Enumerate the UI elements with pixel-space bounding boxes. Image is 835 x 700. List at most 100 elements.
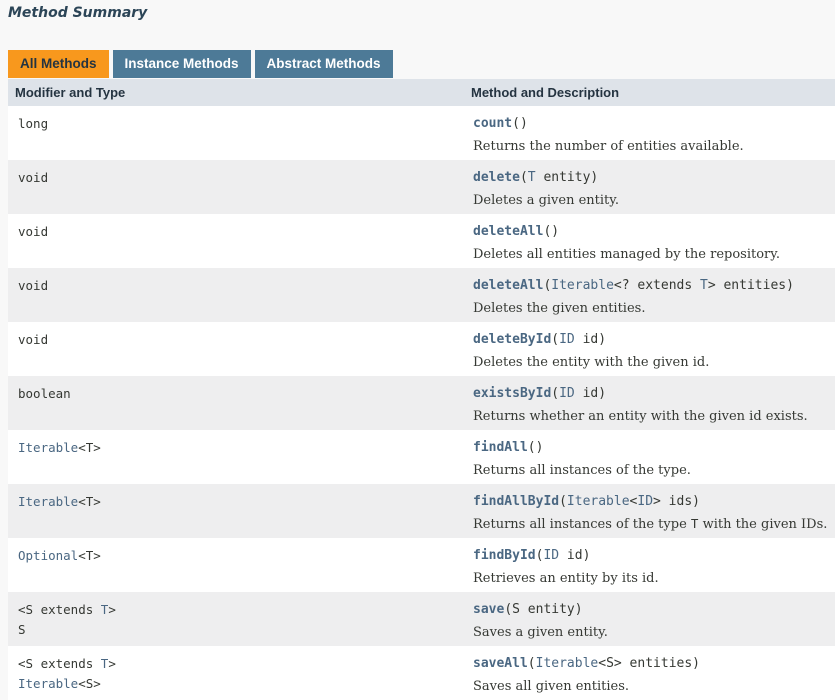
type-text: void [18, 170, 49, 185]
method-description: Deletes all entities managed by the repo… [473, 244, 835, 265]
param-text: ( [559, 494, 567, 509]
table-row: Iterable<T> findAll() Returns all instance… [8, 430, 835, 484]
modifier-cell: void [8, 322, 463, 376]
method-summary-table: Modifier and Type Method and Description… [8, 79, 835, 700]
modifier-cell: void [8, 160, 463, 214]
description-text: Retrieves an entity by its id. [473, 571, 659, 586]
type-text: <T> [78, 440, 101, 455]
method-cell: findAllById(Iterable<ID> ids) Returns all… [463, 484, 835, 538]
param-type-link[interactable]: T [700, 278, 708, 293]
type-text: S [18, 622, 26, 637]
param-text: (S entity) [504, 602, 583, 617]
param-text: entity) [535, 170, 599, 185]
method-name-link[interactable]: findById [473, 548, 536, 563]
param-text: ( [551, 386, 560, 401]
description-text: with the given IDs. [698, 517, 828, 532]
method-signature: deleteAll() [473, 222, 835, 242]
description-text: Saves a given entity. [473, 625, 608, 640]
param-type-link[interactable]: ID [543, 548, 559, 563]
modifier-cell: long [8, 106, 463, 160]
method-name-link[interactable]: findAllById [473, 494, 559, 509]
modifier-cell: void [8, 214, 463, 268]
return-type: void [18, 330, 463, 350]
type-text: <S extends [18, 656, 101, 671]
method-name-link[interactable]: delete [473, 170, 520, 185]
return-type: Optional<T> [18, 546, 463, 566]
table-row: void delete(T entity) Deletes a given enti… [8, 160, 835, 214]
method-signature: deleteById(ID id) [473, 330, 835, 350]
method-cell: findById(ID id) Retrieves an entity by it… [463, 538, 835, 592]
method-description: Saves a given entity. [473, 622, 835, 643]
method-cell: save(S entity) Saves a given entity. [463, 592, 835, 646]
method-name-link[interactable]: existsById [473, 386, 551, 401]
table-row: void deleteById(ID id) Deletes the entity … [8, 322, 835, 376]
table-header-row: Modifier and Type Method and Description [8, 79, 835, 106]
param-type-link[interactable]: ID [637, 494, 653, 509]
return-type: <S extends T> [18, 654, 463, 674]
description-text: Returns the number of entities available… [473, 139, 744, 154]
param-text: ( [551, 332, 560, 347]
description-text: Returns all instances of the type. [473, 463, 691, 478]
method-name-link[interactable]: deleteAll [473, 224, 543, 239]
table-row: boolean existsById(ID id) Returns whether … [8, 376, 835, 430]
param-type-link[interactable]: ID [559, 332, 575, 347]
tab-all-methods[interactable]: All Methods [8, 50, 109, 78]
type-link[interactable]: Iterable [18, 494, 78, 509]
type-link[interactable]: Optional [18, 548, 78, 563]
tab-instance-methods[interactable]: Instance Methods [112, 50, 251, 78]
type-text: <S extends [18, 602, 101, 617]
section-title: Method Summary [8, 5, 148, 21]
method-description: Deletes the entity with the given id. [473, 352, 835, 373]
method-cell: deleteAll() Deletes all entities managed … [463, 214, 835, 268]
return-type: void [18, 276, 463, 296]
method-tabs: All Methods Instance Methods Abstract Me… [8, 50, 397, 78]
param-type-link[interactable]: Iterable [536, 656, 599, 671]
method-name-link[interactable]: findAll [473, 440, 528, 455]
table-row: <S extends T> Iterable<S> saveAll(Iterable… [8, 646, 835, 700]
type-link[interactable]: Iterable [18, 440, 78, 455]
return-type: void [18, 222, 463, 242]
type-text: <T> [78, 548, 101, 563]
type-text: void [18, 332, 49, 347]
method-cell: saveAll(Iterable<S> entities) Saves all g… [463, 646, 835, 700]
type-text: > [108, 656, 116, 671]
param-text: () [543, 224, 560, 239]
method-signature: existsById(ID id) [473, 384, 835, 404]
param-text: ( [519, 170, 528, 185]
column-header-method: Method and Description [463, 79, 835, 106]
return-type-line2: Iterable<S> [18, 674, 463, 694]
return-type: boolean [18, 384, 463, 404]
table-row: Optional<T> findById(ID id) Retrieves an e… [8, 538, 835, 592]
param-type-link[interactable]: Iterable [551, 278, 614, 293]
description-text: Deletes all entities managed by the repo… [473, 247, 781, 262]
param-text: > entities) [707, 278, 794, 293]
method-signature: count() [473, 114, 835, 134]
param-type-link[interactable]: T [528, 170, 536, 185]
param-text: id) [559, 548, 591, 563]
tab-abstract-methods[interactable]: Abstract Methods [254, 50, 393, 78]
param-text: ( [527, 656, 536, 671]
param-type-link[interactable]: ID [559, 386, 575, 401]
method-signature: findAll() [473, 438, 835, 458]
param-text: <? extends [613, 278, 700, 293]
param-text: id) [574, 386, 607, 401]
param-type-link[interactable]: Iterable [567, 494, 630, 509]
table-row: long count() Returns the number of entitie… [8, 106, 835, 160]
method-name-link[interactable]: deleteAll [473, 278, 543, 293]
modifier-cell: Iterable<T> [8, 430, 463, 484]
method-name-link[interactable]: saveAll [473, 656, 528, 671]
method-description: Saves all given entities. [473, 676, 835, 697]
method-name-link[interactable]: count [473, 116, 512, 131]
type-text: <T> [78, 494, 101, 509]
method-description: Returns all instances of the type T with… [473, 514, 835, 535]
type-text: > [108, 602, 116, 617]
param-text: () [512, 116, 528, 131]
method-cell: findAll() Returns all instances of the ty… [463, 430, 835, 484]
description-text: Deletes the given entities. [473, 301, 646, 316]
modifier-cell: Optional<T> [8, 538, 463, 592]
param-text: () [527, 440, 544, 455]
method-name-link[interactable]: deleteById [473, 332, 551, 347]
type-link[interactable]: Iterable [18, 676, 78, 691]
method-description: Deletes a given entity. [473, 190, 835, 211]
method-name-link[interactable]: save [473, 602, 504, 617]
